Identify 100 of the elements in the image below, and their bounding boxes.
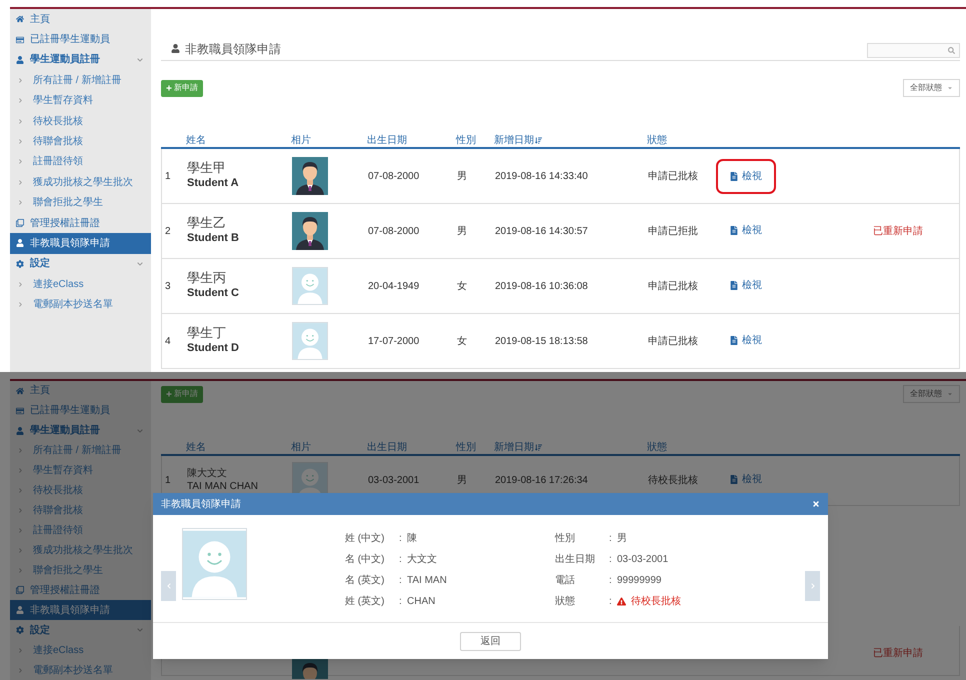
sidebar-subitem[interactable]: 待校長批核: [10, 110, 151, 132]
sidebar-subitem[interactable]: 電郵副本抄送名單: [10, 294, 151, 315]
column-header[interactable]: 新增日期: [494, 440, 647, 455]
created-date: 2019-08-16 17:26:34: [495, 474, 589, 488]
chevron-icon: [18, 668, 23, 673]
sidebar-item[interactable]: 主頁: [10, 9, 151, 30]
field-separator: :: [399, 553, 403, 567]
field-label: 性別: [555, 532, 576, 546]
sidebar-item[interactable]: 學生運動員註冊: [10, 420, 151, 441]
gender: 男: [457, 224, 468, 238]
sidebar-subitem[interactable]: 待聯會批核: [10, 500, 151, 521]
sidebar-item[interactable]: 管理授權註冊證: [10, 212, 151, 234]
field-value: 男: [617, 532, 627, 546]
chevron-icon: [18, 180, 23, 185]
birth-date: 07-08-2000: [368, 170, 420, 184]
column-header[interactable]: 相片: [291, 440, 367, 455]
column-header[interactable]: 姓名: [186, 133, 291, 148]
column-header[interactable]: 出生日期: [367, 440, 456, 455]
field-value: 待校長批核: [617, 594, 681, 609]
sidebar-item[interactable]: 設定: [10, 620, 151, 640]
sidebar-subitem[interactable]: 獲成功批核之學生批次: [10, 540, 151, 560]
column-header[interactable]: 出生日期: [367, 133, 456, 148]
sidebar-subitem[interactable]: 學生暫存資料: [10, 460, 151, 481]
english-name: Student C: [187, 287, 240, 301]
chinese-name: 學生丁: [187, 326, 227, 342]
column-header[interactable]: 相片: [291, 133, 367, 148]
column-header[interactable]: 性別: [456, 440, 494, 455]
chinese-name: 學生丙: [187, 271, 227, 288]
home-icon: [16, 15, 24, 24]
close-icon[interactable]: [812, 500, 820, 508]
birth-date: 03-03-2001: [368, 474, 420, 488]
view-link[interactable]: 檢視: [730, 472, 762, 487]
column-header[interactable]: 性別: [456, 133, 494, 148]
file-icon: [730, 280, 738, 290]
previous-button[interactable]: [161, 571, 176, 601]
gear-icon: [16, 260, 24, 268]
sidebar-subitem[interactable]: 待校長批核: [10, 480, 151, 501]
user-icon: [16, 239, 24, 248]
field-value: 大文文: [407, 552, 437, 567]
gender: 女: [457, 280, 468, 294]
card-icon: [16, 406, 24, 415]
sidebar-item[interactable]: 已註冊學生運動員: [10, 400, 151, 421]
view-link[interactable]: 檢視: [730, 222, 762, 238]
sidebar-subitem[interactable]: 註冊證待領: [10, 152, 151, 172]
created-date: 2019-08-16 14:33:40: [495, 170, 589, 184]
sidebar-subitem[interactable]: 所有註冊 / 新增註冊: [10, 440, 151, 461]
sidebar-item[interactable]: 已註冊學生運動員: [10, 29, 151, 50]
caret-icon: [947, 85, 953, 91]
chevron-icon: [18, 568, 23, 573]
status-dropdown[interactable]: 全部狀態: [903, 79, 960, 97]
chevron-icon: [18, 548, 23, 553]
field-separator: :: [399, 595, 403, 609]
column-header[interactable]: 狀態: [647, 440, 729, 455]
sidebar-subitem[interactable]: 學生暫存資料: [10, 90, 151, 111]
chevron-icon: [18, 302, 23, 308]
status-dropdown[interactable]: 全部狀態: [903, 385, 960, 403]
new-application-button[interactable]: 新申請: [161, 386, 203, 402]
sidebar-subitem[interactable]: 連接eClass: [10, 640, 151, 660]
file-icon: [730, 172, 738, 180]
search-field[interactable]: [867, 43, 960, 58]
sidebar-item[interactable]: 管理授權註冊證: [10, 580, 151, 600]
sidebar-subitem[interactable]: 聯會拒批之學生: [10, 192, 151, 213]
back-button[interactable]: 返回: [460, 632, 521, 650]
field-label: 電話: [555, 574, 576, 588]
birth-date: 07-08-2000: [368, 224, 420, 238]
sidebar-subitem[interactable]: 電郵副本抄送名單: [10, 660, 151, 680]
resubmitted-note: 已重新申請: [873, 224, 924, 238]
sidebar-subitem[interactable]: 註冊證待領: [10, 520, 151, 540]
sidebar-subitem[interactable]: 所有註冊 / 新增註冊: [10, 70, 151, 91]
sidebar-item[interactable]: 學生運動員註冊: [10, 50, 151, 70]
chinese-name: 學生乙: [187, 216, 227, 232]
sort-icon: [535, 137, 542, 144]
chevron-icon: [18, 78, 23, 83]
column-header[interactable]: 狀態: [647, 133, 729, 148]
status: 待校長批核: [648, 474, 699, 488]
sidebar-item[interactable]: 主頁: [10, 381, 151, 401]
created-date: 2019-08-16 14:30:57: [495, 224, 589, 238]
sidebar-item[interactable]: 設定: [10, 254, 151, 274]
user-icon: [16, 56, 24, 64]
sidebar-subitem[interactable]: 聯會拒批之學生: [10, 560, 151, 580]
view-link[interactable]: 檢視: [716, 158, 776, 194]
new-application-button[interactable]: 新申請: [161, 80, 203, 96]
file-icon: [730, 475, 738, 484]
sidebar-item[interactable]: 非教職員領隊申請: [10, 233, 151, 254]
sidebar-item[interactable]: 非教職員領隊申請: [10, 600, 151, 620]
sidebar-subitem[interactable]: 待聯會批核: [10, 131, 151, 152]
plus-icon: [166, 85, 172, 91]
field-separator: :: [609, 532, 613, 546]
column-header[interactable]: 姓名: [186, 440, 291, 455]
view-link[interactable]: 檢視: [730, 332, 762, 348]
card-icon: [16, 36, 24, 44]
chevron-icon: [18, 508, 23, 514]
next-button[interactable]: [805, 571, 820, 601]
sidebar-subitem[interactable]: 獲成功批核之學生批次: [10, 172, 151, 193]
chevron-right-icon: [810, 583, 816, 589]
gender: 男: [457, 474, 468, 488]
file-icon: [730, 226, 738, 234]
view-link[interactable]: 檢視: [730, 278, 762, 292]
sidebar-subitem[interactable]: 連接eClass: [10, 274, 151, 294]
column-header[interactable]: 新增日期: [494, 133, 647, 148]
